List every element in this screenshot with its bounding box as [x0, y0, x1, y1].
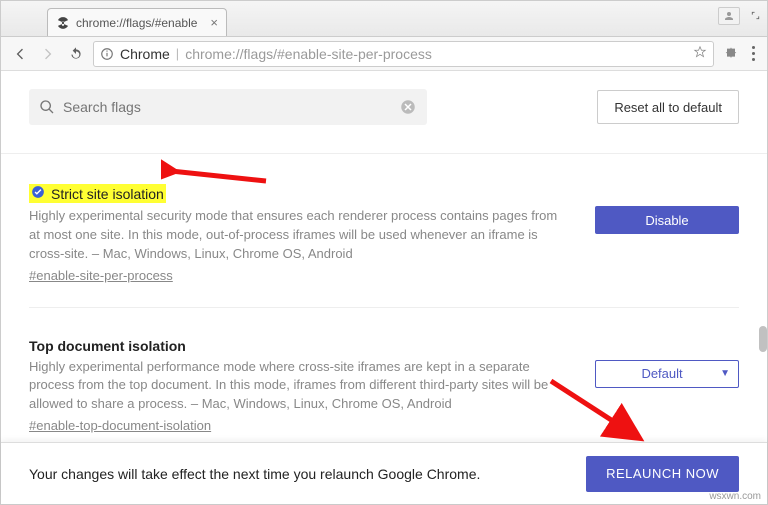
tab-title: chrome://flags/#enable — [76, 16, 204, 30]
reload-button[interactable] — [65, 43, 87, 65]
reset-all-button[interactable]: Reset all to default — [597, 90, 739, 124]
bookmark-star-icon[interactable] — [693, 45, 707, 62]
site-info-icon[interactable] — [100, 47, 114, 61]
flag-state-select[interactable]: Default ▼ — [595, 360, 739, 388]
search-icon — [39, 99, 55, 115]
extension-icon[interactable] — [720, 43, 742, 65]
flag-title: Top document isolation — [29, 338, 186, 354]
chevron-down-icon: ▼ — [720, 368, 730, 379]
flag-anchor-link[interactable]: #enable-top-document-isolation — [29, 418, 211, 433]
flags-list: Strict site isolation Highly experimenta… — [1, 154, 767, 458]
watermark: wsxwn.com — [709, 491, 761, 502]
radiation-icon — [56, 16, 70, 30]
flags-top-row: Reset all to default — [1, 71, 767, 154]
flag-description: Highly experimental performance mode whe… — [29, 358, 571, 415]
tab-strip: chrome://flags/#enable × — [1, 1, 767, 37]
flag-item: Top document isolation Highly experiment… — [29, 308, 739, 459]
page-content: Reset all to default Strict site isolati… — [1, 71, 767, 504]
flag-title: Strict site isolation — [29, 184, 166, 203]
search-flags-box[interactable] — [29, 89, 427, 125]
relaunch-button[interactable]: RELAUNCH NOW — [586, 456, 739, 492]
kebab-menu-icon[interactable] — [748, 42, 759, 65]
toolbar: Chrome | chrome://flags/#enable-site-per… — [1, 37, 767, 71]
fullscreen-icon[interactable] — [750, 9, 761, 24]
flag-description: Highly experimental security mode that e… — [29, 207, 571, 264]
search-flags-input[interactable] — [63, 99, 391, 115]
back-button[interactable] — [9, 43, 31, 65]
omnibox-scheme: Chrome — [120, 46, 170, 62]
browser-tab[interactable]: chrome://flags/#enable × — [47, 8, 227, 36]
omnibox-path: chrome://flags/#enable-site-per-process — [185, 46, 432, 62]
disable-button[interactable]: Disable — [595, 206, 739, 234]
profile-avatar[interactable] — [718, 7, 740, 25]
clear-search-icon[interactable] — [399, 98, 417, 116]
check-circle-icon — [31, 185, 45, 202]
relaunch-message: Your changes will take effect the next t… — [29, 466, 586, 482]
relaunch-bar: Your changes will take effect the next t… — [1, 442, 767, 504]
forward-button[interactable] — [37, 43, 59, 65]
scrollbar-thumb[interactable] — [759, 326, 767, 352]
flag-item: Strict site isolation Highly experimenta… — [29, 154, 739, 308]
flag-anchor-link[interactable]: #enable-site-per-process — [29, 268, 173, 283]
close-tab-icon[interactable]: × — [210, 15, 218, 30]
address-bar[interactable]: Chrome | chrome://flags/#enable-site-per… — [93, 41, 714, 67]
